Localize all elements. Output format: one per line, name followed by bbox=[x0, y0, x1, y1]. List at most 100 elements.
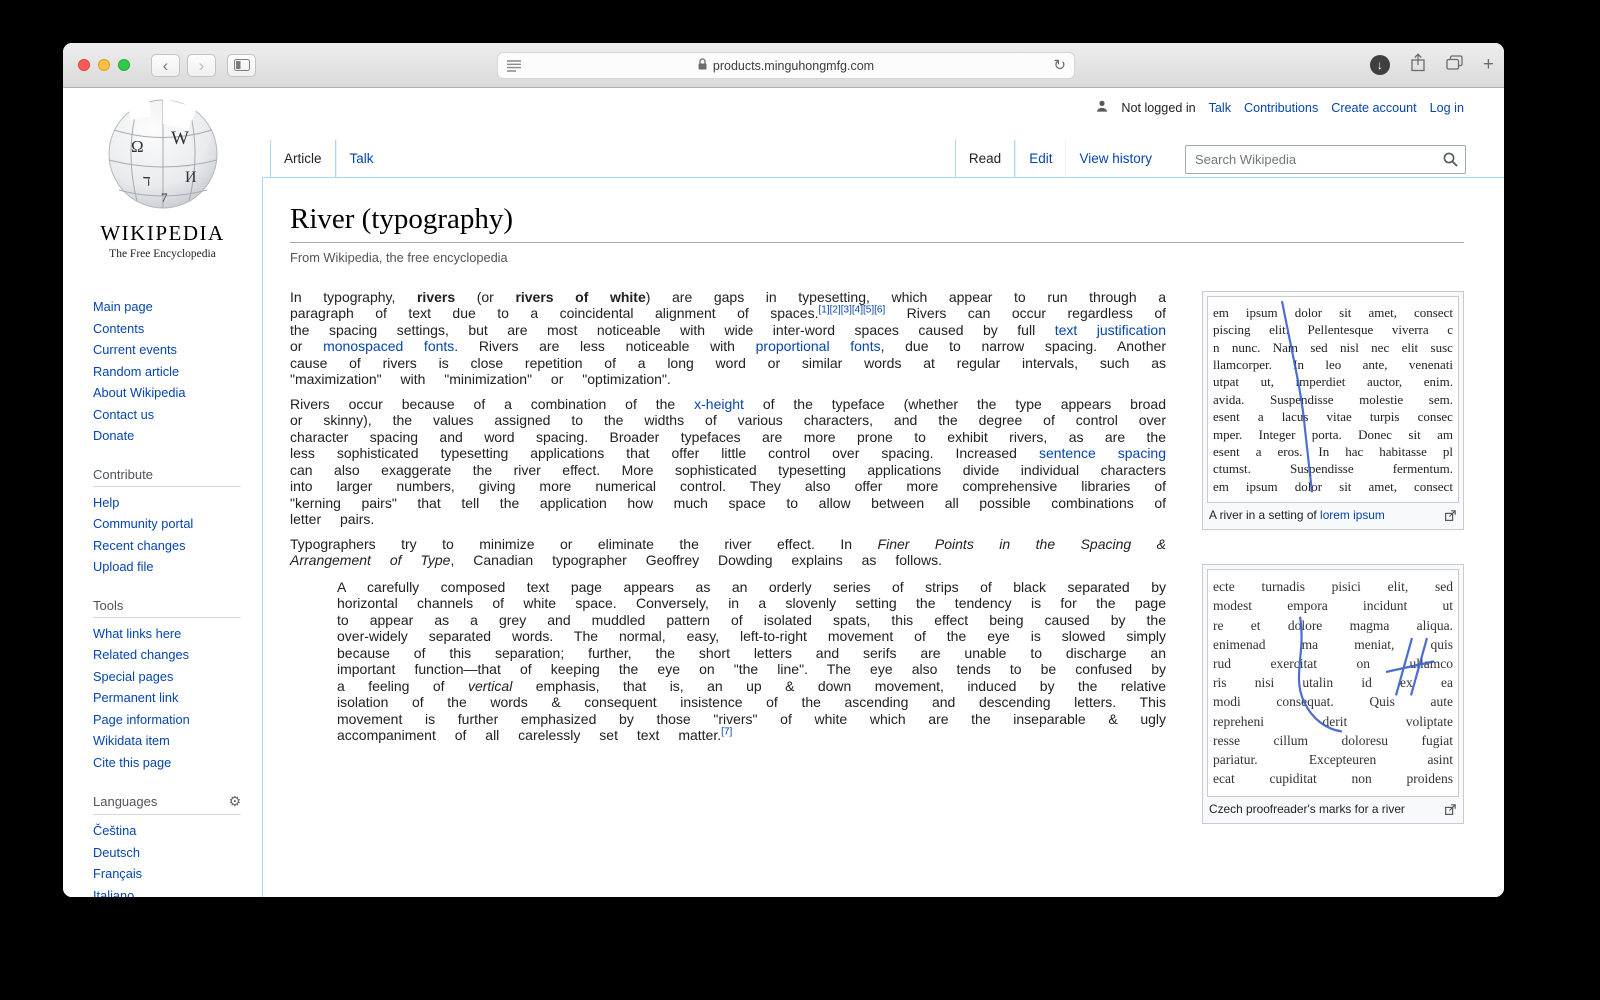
figure-text-line: rud exercitat on ullamco bbox=[1213, 656, 1453, 672]
reference-link[interactable]: [3] bbox=[841, 305, 852, 316]
figure-text-line: utpat ut, imperdiet auctor, enim. bbox=[1213, 374, 1453, 390]
traffic-lights bbox=[78, 59, 130, 71]
desktop-background: ‹ › products.minguhongmfg.com ↻ ↓ + Not … bbox=[0, 0, 1600, 1000]
share-button[interactable] bbox=[1410, 53, 1426, 77]
figure-lorem-ipsum: em ipsum dolor sit amet, consect piscing elit. P… bbox=[1202, 290, 1464, 531]
inline-link[interactable]: lorem ipsum bbox=[1320, 508, 1385, 522]
tab-article[interactable]: Article bbox=[270, 140, 336, 177]
svg-text:И: И bbox=[185, 169, 197, 186]
reference-link[interactable]: [7] bbox=[721, 727, 732, 738]
page-title: River (typography) bbox=[290, 203, 514, 235]
gear-icon[interactable]: ⚙ bbox=[228, 793, 241, 810]
figure-text-line: em ipsum dolor sit amet, consect bbox=[1213, 304, 1453, 320]
tab-view-history[interactable]: View history bbox=[1065, 140, 1165, 177]
figure-text-line: modest empora incidunt ut bbox=[1213, 598, 1453, 614]
sidebar-icon bbox=[233, 57, 250, 74]
sidebar-item-contents[interactable]: Contents bbox=[93, 318, 252, 340]
figure-text-line: repreheni derit voliptate bbox=[1213, 713, 1453, 729]
refresh-button[interactable]: ↻ bbox=[1053, 56, 1066, 74]
left-sidebar: Ω W И ד 7 WIKIPEDIA The Free Encyclopedi… bbox=[63, 88, 262, 897]
personal-links: Talk Contributions Create account Log in bbox=[1209, 101, 1464, 115]
reader-mode-icon[interactable] bbox=[507, 60, 521, 75]
figure-text-line: resse cillum doloresu fugiat bbox=[1213, 732, 1453, 748]
title-divider bbox=[290, 241, 1464, 243]
sidebar-section: Languages ⚙ Čeština Deutsch Français Italiano bbox=[93, 793, 252, 897]
sidebar-item-cite-this-page[interactable]: Cite this page bbox=[93, 752, 252, 774]
reference-link[interactable]: [2] bbox=[830, 305, 841, 316]
forward-button[interactable]: › bbox=[187, 54, 216, 77]
sidebar-item-page-information[interactable]: Page information bbox=[93, 709, 252, 731]
tabs-overview-button[interactable] bbox=[1446, 55, 1463, 75]
inline-link[interactable]: x-height bbox=[694, 396, 744, 412]
lock-icon bbox=[698, 58, 707, 73]
sidebar-item-français[interactable]: Français bbox=[93, 863, 252, 885]
inline-link[interactable]: text justification bbox=[1055, 322, 1166, 338]
sidebar-item-italiano[interactable]: Italiano bbox=[93, 885, 252, 898]
figure-text-line: mper. Integer porta. Donec sit am bbox=[1213, 426, 1453, 442]
sidebar-item-main-page[interactable]: Main page bbox=[93, 296, 252, 318]
inline-link[interactable]: monospaced fonts bbox=[323, 338, 454, 354]
figure-image-proofreader[interactable]: ecte turnadis pisici elit, sed modest empora in… bbox=[1207, 569, 1459, 797]
figure-text-line: ris nisi utalin id ex ea bbox=[1213, 675, 1453, 691]
minimize-button[interactable] bbox=[98, 59, 110, 71]
sidebar-item-wikidata-item[interactable]: Wikidata item bbox=[93, 730, 252, 752]
svg-text:W: W bbox=[171, 128, 189, 149]
figure-text-line: avida. Suspendisse molestie sem. bbox=[1213, 391, 1453, 407]
figure-text-line: pariatur. Excepteuren asint bbox=[1213, 752, 1453, 768]
magnify-icon[interactable] bbox=[1445, 803, 1456, 819]
zoom-button[interactable] bbox=[118, 59, 130, 71]
sidebar-item-current-events[interactable]: Current events bbox=[93, 339, 252, 361]
svg-text:ד: ד bbox=[143, 173, 151, 190]
figure-text-line: ecte turnadis pisici elit, sed bbox=[1213, 579, 1453, 595]
search-icon[interactable] bbox=[1443, 152, 1458, 172]
wikipedia-logo[interactable]: Ω W И ד 7 WIKIPEDIA The Free Encyclopedi… bbox=[63, 94, 262, 260]
downloads-button[interactable]: ↓ bbox=[1369, 55, 1390, 75]
tab-talk[interactable]: Talk bbox=[335, 140, 387, 177]
sidebar-item-special-pages[interactable]: Special pages bbox=[93, 666, 252, 688]
wikipedia-page: Not logged in Talk Contributions Create ac… bbox=[63, 88, 1504, 897]
tab-edit[interactable]: Edit bbox=[1015, 140, 1065, 177]
wikipedia-wordmark: WIKIPEDIA bbox=[100, 221, 225, 245]
wikipedia-slogan: The Free Encyclopedia bbox=[109, 248, 216, 260]
personal-link-create-account[interactable]: Create account bbox=[1331, 101, 1416, 115]
sidebar-item-čeština[interactable]: Čeština bbox=[93, 820, 252, 842]
close-button[interactable] bbox=[78, 59, 90, 71]
url-field[interactable]: products.minguhongmfg.com ↻ bbox=[497, 52, 1075, 79]
sidebar-section-title: Languages ⚙ bbox=[93, 793, 241, 815]
inline-link[interactable]: proportional fonts bbox=[756, 338, 881, 354]
sidebar-item-what-links-here[interactable]: What links here bbox=[93, 623, 252, 645]
reference-link[interactable]: [1] bbox=[818, 305, 829, 316]
sidebar-item-contact-us[interactable]: Contact us bbox=[93, 404, 252, 426]
sidebar-item-random-article[interactable]: Random article bbox=[93, 361, 252, 383]
sidebar-item-recent-changes[interactable]: Recent changes bbox=[93, 535, 252, 557]
reference-link[interactable]: [4] bbox=[852, 305, 863, 316]
figure-caption: Czech proofreader's marks for a river bbox=[1207, 797, 1459, 819]
sidebar-item-upload-file[interactable]: Upload file bbox=[93, 556, 252, 578]
figure-text-line: ctumst. Suspendisse fermentum. bbox=[1213, 461, 1453, 477]
sidebar-section: Tools What links here Related changes Speci… bbox=[93, 598, 252, 774]
figure-image-lorem-ipsum[interactable]: em ipsum dolor sit amet, consect piscing elit. P… bbox=[1207, 295, 1459, 504]
sidebar-item-donate[interactable]: Donate bbox=[93, 425, 252, 447]
personal-link-log-in[interactable]: Log in bbox=[1430, 101, 1464, 115]
personal-bar: Not logged in Talk Contributions Create ac… bbox=[1096, 100, 1464, 115]
new-tab-button[interactable]: + bbox=[1483, 54, 1494, 76]
tab-read[interactable]: Read bbox=[954, 140, 1016, 177]
sidebar-section-title: Contribute bbox=[93, 467, 241, 487]
personal-link-contributions[interactable]: Contributions bbox=[1244, 101, 1318, 115]
sidebar-item-related-changes[interactable]: Related changes bbox=[93, 644, 252, 666]
personal-link-talk[interactable]: Talk bbox=[1209, 101, 1231, 115]
sidebar-toggle-button[interactable] bbox=[227, 54, 256, 77]
reference-link[interactable]: [6] bbox=[874, 305, 885, 316]
reference-link[interactable]: [5] bbox=[863, 305, 874, 316]
figure-text-line: em ipsum dolor sit amet, consect bbox=[1213, 478, 1453, 494]
sidebar-item-permanent-link[interactable]: Permanent link bbox=[93, 687, 252, 709]
inline-link[interactable]: sentence spacing bbox=[1039, 445, 1166, 461]
magnify-icon[interactable] bbox=[1445, 510, 1456, 525]
search-input[interactable] bbox=[1185, 145, 1466, 174]
site-tagline: From Wikipedia, the free encyclopedia bbox=[290, 249, 508, 265]
sidebar-item-deutsch[interactable]: Deutsch bbox=[93, 842, 252, 864]
sidebar-item-about-wikipedia[interactable]: About Wikipedia bbox=[93, 382, 252, 404]
back-button[interactable]: ‹ bbox=[151, 54, 180, 77]
sidebar-item-community-portal[interactable]: Community portal bbox=[93, 513, 252, 535]
sidebar-item-help[interactable]: Help bbox=[93, 492, 252, 514]
